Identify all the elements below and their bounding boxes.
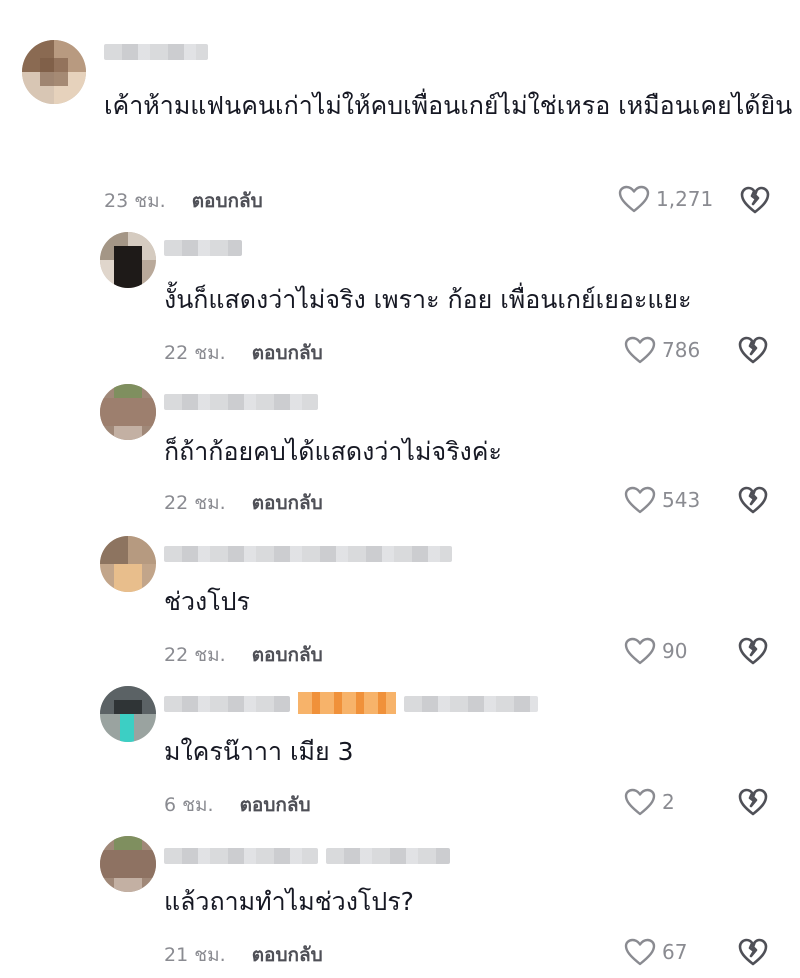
like-button[interactable]: 543 (624, 485, 700, 515)
like-count: 786 (662, 338, 701, 362)
username-secondary (404, 696, 538, 712)
comment-text: งั้นก็แสดงว่าไม่จริง เพราะ ก้อย เพื่อนเก… (164, 285, 692, 314)
like-count: 543 (662, 488, 701, 512)
timestamp: 22 ชม. (164, 492, 226, 514)
reply-button[interactable]: ตอบกลับ (252, 944, 323, 966)
reply-button[interactable]: ตอบกลับ (252, 492, 323, 514)
timestamp: 6 ชม. (164, 794, 214, 816)
comment-meta: 21 ชม. ตอบกลับ (164, 940, 323, 970)
broken-heart-icon[interactable] (740, 185, 770, 215)
like-button[interactable]: 786 (624, 335, 700, 365)
heart-outline-icon (624, 788, 656, 816)
username[interactable] (164, 394, 318, 410)
reply-button[interactable]: ตอบกลับ (252, 644, 323, 666)
timestamp: 21 ชม. (164, 944, 226, 966)
heart-outline-icon (618, 185, 650, 213)
like-button[interactable]: 2 (624, 787, 675, 817)
timestamp: 22 ชม. (164, 644, 226, 666)
timestamp: 22 ชม. (164, 342, 226, 364)
avatar[interactable] (100, 836, 156, 892)
reply-button[interactable]: ตอบกลับ (240, 794, 311, 816)
avatar[interactable] (100, 536, 156, 592)
heart-outline-icon (624, 637, 656, 665)
comment-meta: 22 ชม. ตอบกลับ (164, 488, 323, 518)
timestamp: 23 ชม. (104, 190, 166, 212)
heart-outline-icon (624, 938, 656, 966)
heart-outline-icon (624, 336, 656, 364)
like-count: 90 (662, 639, 688, 663)
comment-text: ช่วงโปร (164, 587, 250, 616)
comment-text: มใครน๊าาา เมีย 3 (164, 737, 354, 766)
broken-heart-icon[interactable] (738, 636, 768, 666)
like-button[interactable]: 67 (624, 937, 687, 967)
like-button[interactable]: 1,271 (618, 184, 713, 214)
reply-button[interactable]: ตอบกลับ (252, 342, 323, 364)
broken-heart-icon[interactable] (738, 787, 768, 817)
comment-meta: 6 ชม. ตอบกลับ (164, 790, 311, 820)
broken-heart-icon[interactable] (738, 485, 768, 515)
like-button[interactable]: 90 (624, 636, 687, 666)
comment-text: เค้าห้ามแฟนคนเก่าไม่ให้คบเพื่อนเกย์ไม่ใช… (104, 91, 793, 120)
comment-text: แล้วถามทำไมช่วงโปร? (164, 887, 414, 916)
avatar[interactable] (22, 40, 86, 104)
like-count: 1,271 (656, 187, 714, 211)
broken-heart-icon[interactable] (738, 937, 768, 967)
username[interactable] (164, 696, 290, 712)
like-count: 67 (662, 940, 688, 964)
comment-meta: 23 ชม. ตอบกลับ (104, 186, 263, 216)
comment-text: ก็ถ้าก้อยคบได้แสดงว่าไม่จริงค่ะ (164, 437, 502, 466)
heart-outline-icon (624, 486, 656, 514)
status-badge (298, 692, 396, 714)
avatar[interactable] (100, 384, 156, 440)
username-secondary (326, 848, 450, 864)
avatar[interactable] (100, 232, 156, 288)
avatar[interactable] (100, 686, 156, 742)
username[interactable] (164, 848, 318, 864)
comment-meta: 22 ชม. ตอบกลับ (164, 640, 323, 670)
reply-button[interactable]: ตอบกลับ (192, 190, 263, 212)
username[interactable] (104, 44, 208, 60)
broken-heart-icon[interactable] (738, 335, 768, 365)
username[interactable] (164, 240, 242, 256)
like-count: 2 (662, 790, 675, 814)
comment-meta: 22 ชม. ตอบกลับ (164, 338, 323, 368)
username[interactable] (164, 546, 452, 562)
